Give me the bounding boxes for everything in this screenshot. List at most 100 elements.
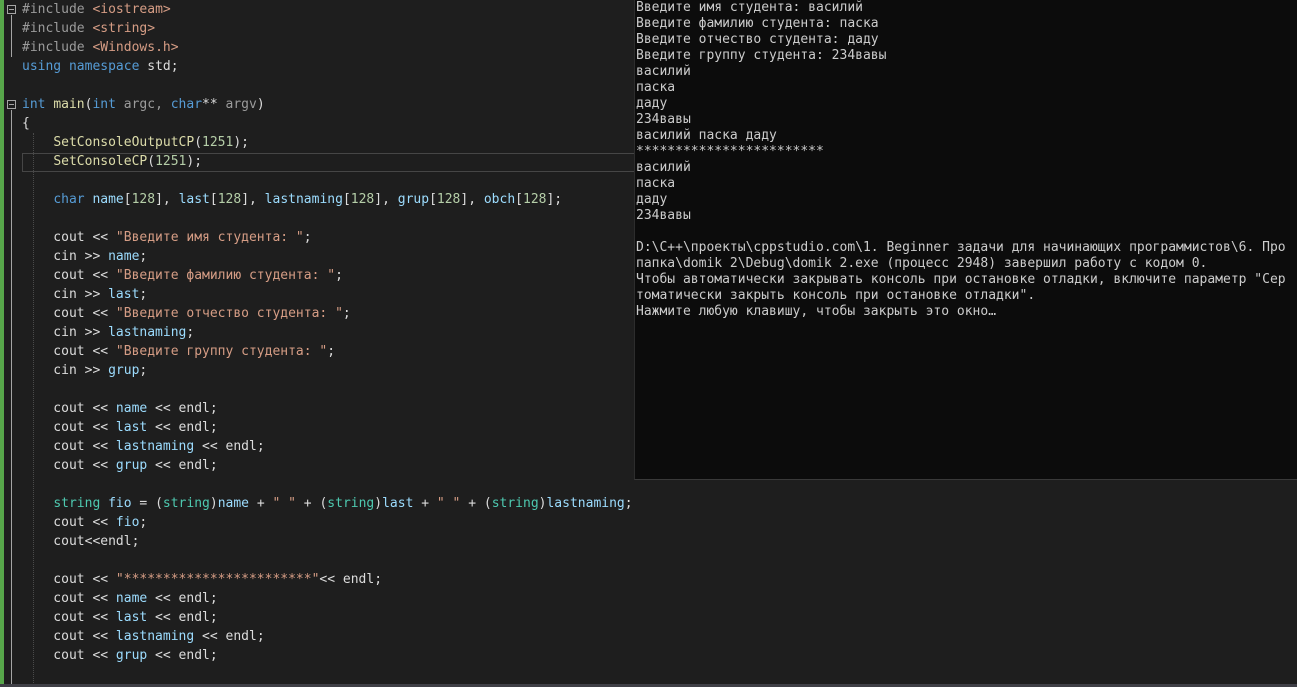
code-token: #include [22, 2, 93, 17]
collapse-icon[interactable] [7, 100, 16, 109]
code-token: name [217, 496, 250, 511]
code-line: string fio = (string)name + " " + (strin… [22, 494, 632, 513]
code-line: cin >> grup; [22, 361, 633, 380]
code-line: int main(int argc, char** argv) [22, 95, 633, 114]
code-token: SetConsoleOutputCP [53, 135, 195, 150]
code-token: [ [123, 192, 132, 207]
console-line: 234вавы [636, 208, 691, 223]
console-line: Введите фамилию студента: паска [636, 16, 879, 31]
code-token: name [108, 249, 140, 264]
code-token: "************************" [115, 572, 320, 587]
code-token: name [92, 192, 124, 207]
code-line: cin >> lastnaming; [22, 323, 633, 342]
code-token: grup [397, 192, 430, 207]
code-line: #include <string> [22, 19, 633, 38]
code-token: + [413, 496, 437, 511]
code-token: namespace [68, 59, 148, 74]
code-area[interactable]: #include <iostream> #include <string> #inc… [22, 0, 633, 665]
code-token: << endl; [147, 648, 218, 663]
code-token: <iostream> [92, 2, 171, 17]
console-line: Нажмите любую клавишу, чтобы закрыть это… [636, 304, 997, 319]
code-token: " " [272, 496, 296, 511]
console-line: даду [636, 192, 668, 207]
code-token: cout << [22, 610, 116, 625]
code-token: lastnaming [115, 629, 195, 644]
fold-guide [11, 110, 12, 685]
console-line: Чтобы автоматически закрывать консоль пр… [636, 272, 1286, 287]
code-token: cout << [22, 268, 116, 283]
code-token: [ [209, 192, 218, 207]
console-window[interactable]: Введите имя студента: василий Введите фам… [634, 0, 1297, 480]
code-token: cout << [22, 591, 116, 606]
code-token: ; [327, 344, 336, 359]
console-line: василий паска даду [636, 128, 777, 143]
code-token: [ [429, 192, 437, 207]
code-token: int [22, 97, 54, 112]
code-token: SetConsoleCP [53, 154, 148, 169]
code-token: ; [139, 249, 148, 264]
code-token: lastnaming [264, 192, 343, 207]
console-line: василий [636, 64, 691, 79]
code-line: cout << name << endl; [22, 589, 633, 608]
collapse-icon[interactable] [7, 5, 16, 14]
code-token: grup [108, 363, 140, 378]
code-token: + ( [295, 496, 328, 511]
code-token: ); [233, 135, 249, 150]
code-token: ; [139, 363, 148, 378]
code-token: " " [436, 496, 461, 511]
code-token: lastnaming [108, 325, 187, 340]
code-token: << endl; [147, 401, 218, 416]
code-token: ], [374, 192, 398, 207]
code-token: lastnaming [546, 496, 625, 511]
code-line: cout << "Введите фамилию студента: "; [22, 266, 633, 285]
code-token: main [53, 97, 85, 112]
console-line: Введите имя студента: василий [636, 0, 863, 15]
code-line: cout << grup << endl; [22, 456, 633, 475]
code-token: "Введите фамилию студента: " [115, 268, 336, 283]
code-token: cout << [22, 515, 116, 530]
code-token: 128 [131, 192, 156, 207]
code-line: cout << lastnaming << endl; [22, 627, 633, 646]
code-token: ); [186, 154, 203, 169]
code-line: cin >> last; [22, 285, 633, 304]
code-token: last [382, 496, 414, 511]
code-token: int [92, 97, 124, 112]
code-token: string [53, 496, 109, 511]
console-line: Введите отчество студента: даду [636, 32, 879, 47]
code-token: fio [108, 496, 132, 511]
console-line: василий [636, 160, 691, 175]
code-token: string [327, 496, 375, 511]
code-line: cin >> name; [22, 247, 633, 266]
code-token: cout<<endl; [22, 534, 140, 549]
code-line: cout << "************************"<< end… [22, 570, 633, 589]
code-token: argv [225, 97, 257, 112]
fold-gutter [5, 0, 20, 687]
code-token: ; [139, 287, 148, 302]
code-line: cout << "Введите имя студента: "; [22, 228, 633, 247]
code-token: fio [115, 515, 140, 530]
code-line: cout << last << endl; [22, 608, 633, 627]
code-token: << endl; [194, 439, 265, 454]
change-tracking-bar [0, 0, 4, 687]
code-line: cout << "Введите отчество студента: "; [22, 304, 633, 323]
console-line: паска [636, 176, 676, 191]
code-token: << endl; [319, 572, 383, 587]
code-token: << endl; [194, 629, 265, 644]
code-token: cin >> [22, 325, 109, 340]
code-token: char [170, 97, 203, 112]
code-token: "Введите отчество студента: " [115, 306, 343, 321]
console-line: 234вавы [636, 112, 691, 127]
fold-guide [11, 15, 12, 57]
code-token: cout << [22, 648, 116, 663]
code-token: + ( [460, 496, 492, 511]
code-token: "Введите имя студента: " [115, 230, 304, 245]
code-token: <Windows.h> [92, 40, 179, 55]
code-token: << endl; [147, 610, 218, 625]
